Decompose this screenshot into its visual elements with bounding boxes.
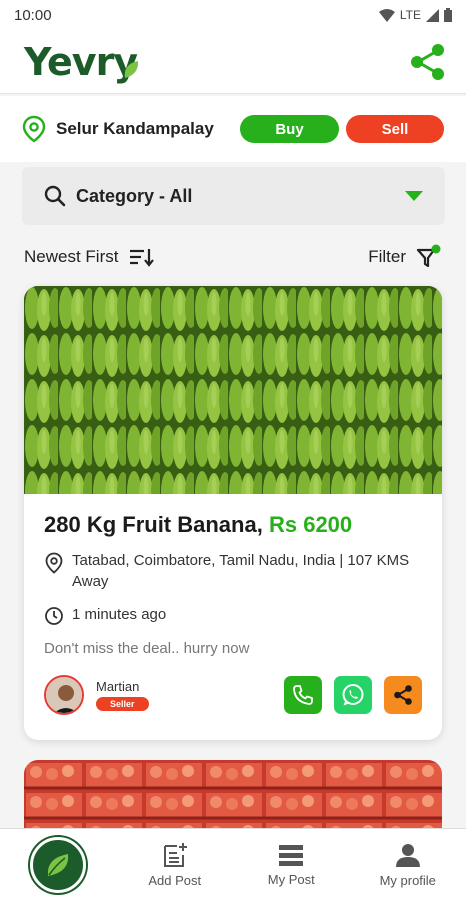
list-icon xyxy=(279,845,304,866)
post-title: 280 Kg Fruit Banana, xyxy=(44,512,263,537)
seller-info: Martian Seller xyxy=(96,679,272,712)
search-icon xyxy=(44,185,66,207)
status-icons: LTE xyxy=(378,8,452,22)
share-post-button[interactable] xyxy=(384,676,422,714)
whatsapp-icon xyxy=(342,684,364,706)
filter-control[interactable]: Filter xyxy=(368,244,442,270)
signal-icon xyxy=(426,8,439,22)
seller-avatar[interactable] xyxy=(44,675,84,715)
sort-filter-row: Newest First Filter xyxy=(0,238,466,276)
post-details: 280 Kg Fruit Banana, Rs 6200 Tatabad, Co… xyxy=(24,494,442,715)
sell-button[interactable]: Sell xyxy=(346,115,444,143)
bottom-nav: Add Post My Post My profile xyxy=(0,828,466,900)
nav-my-profile[interactable]: My profile xyxy=(350,841,466,888)
post-location: Tatabad, Coimbatore, Tamil Nadu, India |… xyxy=(72,552,410,590)
leaf-logo-icon xyxy=(124,60,139,78)
seller-badge: Seller xyxy=(96,696,149,711)
battery-icon xyxy=(444,8,452,22)
post-price: Rs 6200 xyxy=(268,512,353,537)
nav-home[interactable] xyxy=(0,836,117,893)
filter-icon xyxy=(416,244,441,268)
category-label: Category - All xyxy=(76,185,193,206)
status-time: 10:00 xyxy=(14,6,52,24)
location-pin-icon xyxy=(45,552,63,574)
app-bar: Yevry xyxy=(0,30,466,94)
post-note: Don't miss the deal.. hurry now xyxy=(44,640,250,657)
nav-my-profile-label: My profile xyxy=(379,873,436,888)
call-button[interactable] xyxy=(284,676,322,714)
whatsapp-button[interactable] xyxy=(334,676,372,714)
nav-add-post[interactable]: Add Post xyxy=(117,841,234,888)
profile-icon xyxy=(395,844,420,867)
share-icon xyxy=(394,685,412,705)
post-location-row: Tatabad, Coimbatore, Tamil Nadu, India |… xyxy=(44,550,422,592)
status-bar: 10:00 LTE xyxy=(0,0,466,30)
app-logo-text: Yevry xyxy=(24,39,138,84)
seller-row: Martian Seller xyxy=(44,675,422,715)
clock-icon xyxy=(45,607,63,625)
nav-add-post-label: Add Post xyxy=(148,873,202,888)
leaf-home-icon xyxy=(48,853,69,876)
seller-name: Martian xyxy=(96,678,140,694)
post-card[interactable]: 280 Kg Fruit Banana, Rs 6200 Tatabad, Co… xyxy=(24,286,442,740)
location-name[interactable]: Selur Kandampalay xyxy=(56,119,232,139)
home-button[interactable] xyxy=(30,836,87,893)
location-pin-icon[interactable] xyxy=(22,115,46,143)
wifi-icon xyxy=(378,8,395,22)
app-logo: Yevry xyxy=(24,40,139,84)
dropdown-arrow-icon xyxy=(405,191,423,201)
nav-my-post-label: My Post xyxy=(267,872,315,887)
phone-icon xyxy=(293,685,313,705)
post-image-bananas[interactable] xyxy=(24,286,442,494)
add-post-icon xyxy=(163,843,187,867)
sort-control[interactable]: Newest First xyxy=(24,247,155,267)
buy-button[interactable]: Buy xyxy=(240,115,339,143)
post-title-line: 280 Kg Fruit Banana, Rs 6200 xyxy=(44,512,422,538)
location-row: Selur Kandampalay Buy Sell xyxy=(0,96,466,162)
post-time-row: 1 minutes ago xyxy=(44,604,422,626)
category-dropdown[interactable]: Category - All xyxy=(22,167,445,225)
sort-icon xyxy=(130,249,155,267)
network-label: LTE xyxy=(399,8,421,22)
post-time: 1 minutes ago xyxy=(72,606,167,623)
share-icon[interactable] xyxy=(408,43,446,81)
nav-my-post[interactable]: My Post xyxy=(233,842,350,887)
filter-label: Filter xyxy=(368,247,406,266)
sort-label: Newest First xyxy=(24,247,119,266)
